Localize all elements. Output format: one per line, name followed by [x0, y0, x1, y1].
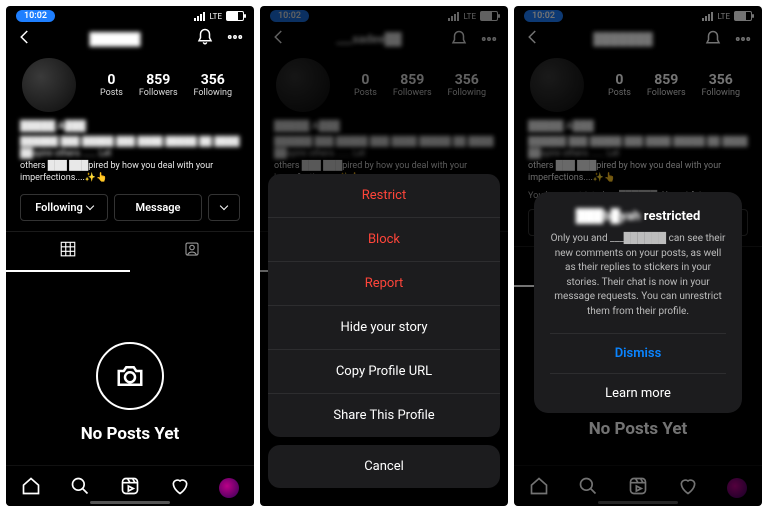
dialog-dismiss[interactable]: Dismiss [550, 333, 726, 373]
dialog-title: ███b█yah restricted [550, 208, 726, 224]
sheet-block[interactable]: Block [268, 217, 500, 261]
carrier-label: LTE [209, 12, 222, 21]
profile-tabs [6, 231, 254, 272]
tagged-icon [183, 240, 201, 258]
notifications-button[interactable] [196, 28, 214, 50]
following-button[interactable]: Following [20, 194, 108, 221]
empty-posts: No Posts Yet [6, 272, 254, 444]
profile-strip: 0Posts 859Followers 356Following [6, 56, 254, 114]
restricted-dialog: ███b█yah restricted Only you and ___████… [534, 192, 742, 413]
dialog-learn-more[interactable]: Learn more [550, 373, 726, 413]
nav-profile[interactable] [219, 478, 239, 498]
more-button[interactable] [226, 28, 244, 50]
stat-followers[interactable]: 859Followers [139, 72, 178, 98]
sheet-cancel[interactable]: Cancel [268, 445, 500, 488]
ellipsis-icon [226, 28, 244, 46]
profile-bio: █████ A███ ██████ ███ █████ ███ ████ ███… [6, 114, 254, 190]
bell-icon [196, 28, 214, 46]
nav-home[interactable] [21, 476, 41, 500]
nav-search[interactable] [70, 476, 90, 500]
sheet-report[interactable]: Report [268, 261, 500, 305]
signal-icon [194, 12, 205, 21]
screen-restricted-dialog: 10:02LTE ███████ 0Posts859Followers356Fo… [514, 6, 762, 506]
chevron-down-icon [220, 202, 228, 210]
reels-icon [120, 476, 140, 496]
tab-tagged[interactable] [130, 232, 254, 272]
stat-following[interactable]: 356Following [194, 72, 233, 98]
battery-icon [226, 11, 244, 21]
message-button[interactable]: Message [114, 194, 202, 221]
back-button[interactable] [16, 28, 34, 50]
chevron-down-icon [85, 202, 93, 210]
stat-posts[interactable]: 0Posts [100, 72, 123, 98]
search-icon [70, 476, 90, 496]
bottom-nav [6, 465, 254, 506]
status-time: 10:02 [16, 10, 55, 22]
camera-icon [96, 342, 164, 410]
dialog-body: Only you and ___██████ can see their new… [550, 232, 726, 319]
sheet-hide-story[interactable]: Hide your story [268, 305, 500, 349]
home-icon [21, 476, 41, 496]
no-posts-label: No Posts Yet [81, 424, 180, 444]
home-indicator [90, 501, 170, 504]
profile-header: ██████ [6, 24, 254, 56]
sheet-copy-url[interactable]: Copy Profile URL [268, 349, 500, 393]
nav-activity[interactable] [170, 476, 190, 500]
heart-icon [170, 476, 190, 496]
header-username: ██████ [89, 32, 140, 46]
chevron-left-icon [16, 28, 34, 46]
nav-reels[interactable] [120, 476, 140, 500]
screen-profile: 10:02 LTE ██████ [6, 6, 254, 506]
status-bar: 10:02 LTE [6, 6, 254, 24]
action-sheet: Restrict Block Report Hide your story Co… [268, 174, 500, 496]
grid-icon [59, 240, 77, 258]
profile-actions: Following Message [6, 190, 254, 231]
sheet-restrict[interactable]: Restrict [268, 174, 500, 217]
screen-actionsheet: 10:02LTE ___sadee██ 0Posts859Followers35… [260, 6, 508, 506]
sheet-share-profile[interactable]: Share This Profile [268, 393, 500, 437]
avatar[interactable] [20, 56, 78, 114]
tab-grid[interactable] [6, 232, 130, 272]
suggest-button[interactable] [208, 194, 240, 221]
